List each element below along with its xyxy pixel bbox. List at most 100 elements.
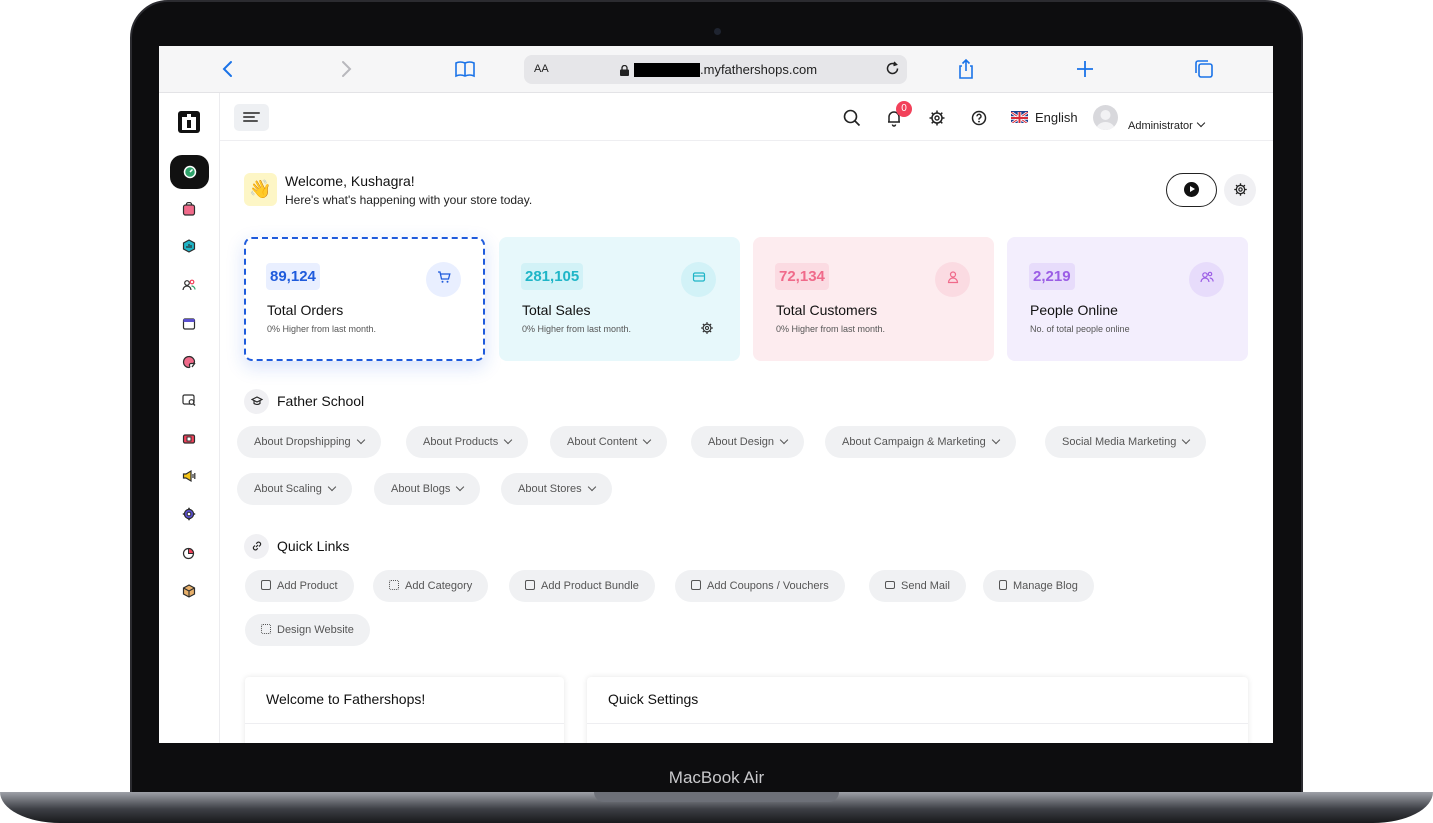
reader-aa-button[interactable]: AA	[534, 63, 549, 75]
avatar[interactable]	[1093, 105, 1118, 130]
quick-link-send-mail[interactable]: Send Mail	[869, 570, 966, 602]
quick-link-label: Add Product Bundle	[541, 580, 639, 592]
uk-flag-icon[interactable]	[1011, 111, 1028, 123]
chip-about-products[interactable]: About Products	[406, 426, 529, 458]
menu-toggle-button[interactable]	[234, 104, 269, 131]
bookmarks-icon[interactable]	[454, 58, 476, 80]
chip-label: About Dropshipping	[254, 436, 351, 448]
tabs-overview-icon[interactable]	[1193, 58, 1215, 80]
credit-card-icon	[681, 262, 716, 297]
chip-label: About Blogs	[391, 483, 451, 495]
chevron-down-icon	[1196, 118, 1206, 128]
camera	[714, 28, 721, 35]
help-icon[interactable]	[970, 109, 988, 127]
quick-settings-title: Quick Settings	[608, 691, 699, 707]
quick-settings-panel: Quick Settings	[587, 677, 1248, 743]
quick-link-add-product[interactable]: Add Product	[245, 570, 354, 602]
chip-about-design[interactable]: About Design	[691, 426, 805, 458]
chip-about-scaling[interactable]: About Scaling	[237, 473, 352, 505]
welcome-panel: Welcome to Fathershops!	[245, 677, 564, 743]
device-label: MacBook Air	[668, 768, 765, 787]
chevron-down-icon	[503, 435, 513, 445]
store-logo-icon[interactable]	[178, 111, 200, 133]
analytics-icon	[182, 239, 196, 253]
sidebar-item-design[interactable]	[174, 349, 204, 375]
shopping-bag-icon	[182, 202, 196, 216]
stat-value: 72,134	[775, 263, 829, 290]
chip-label: About Scaling	[254, 483, 322, 495]
sidebar-item-customers[interactable]	[174, 272, 204, 298]
chip-label: About Products	[423, 436, 499, 448]
stat-subtext: 0% Higher from last month.	[267, 324, 377, 334]
welcome-panel-title: Welcome to Fathershops!	[266, 691, 426, 707]
users-group-icon	[1189, 262, 1224, 297]
stat-card-total-customers[interactable]: 72,134 Total Customers 0% Higher from la…	[753, 237, 994, 361]
forward-icon[interactable]	[335, 58, 357, 80]
chevron-down-icon	[779, 435, 789, 445]
sidebar-item-settings[interactable]	[174, 501, 204, 527]
stat-subtext: 0% Higher from last month.	[776, 324, 886, 334]
user-role-dropdown[interactable]: Administrator	[1128, 118, 1206, 132]
user-role-label: Administrator	[1128, 120, 1193, 132]
stat-subtext: 0% Higher from last month.	[522, 324, 632, 334]
reload-icon[interactable]	[884, 60, 901, 82]
sidebar-item-products[interactable]	[174, 578, 204, 604]
bundle-icon	[525, 580, 535, 590]
sidebar-item-analytics[interactable]	[174, 233, 204, 259]
stat-label: Total Sales	[522, 302, 591, 318]
play-tour-button[interactable]	[1166, 173, 1217, 207]
sidebar-item-marketing[interactable]	[174, 463, 204, 489]
settings-gear-icon[interactable]	[928, 109, 946, 127]
product-icon	[261, 580, 271, 590]
chip-label: About Design	[708, 436, 775, 448]
browser-window-icon	[182, 318, 196, 330]
new-tab-icon[interactable]	[1074, 58, 1096, 80]
sidebar-item-dashboard[interactable]	[170, 155, 209, 189]
sidebar-item-media[interactable]	[174, 311, 204, 337]
back-icon[interactable]	[217, 58, 239, 80]
welcome-subtitle: Here's what's happening with your store …	[285, 193, 533, 207]
chip-about-campaign-marketing[interactable]: About Campaign & Marketing	[825, 426, 1016, 458]
stat-card-total-sales[interactable]: 281,105 Total Sales 0% Higher from last …	[499, 237, 740, 361]
quick-link-add-product-bundle[interactable]: Add Product Bundle	[509, 570, 655, 602]
chevron-down-icon	[643, 435, 652, 445]
share-icon[interactable]	[955, 58, 977, 80]
chevron-down-icon	[587, 482, 596, 492]
category-grid-icon	[389, 580, 399, 590]
package-icon	[182, 584, 196, 598]
chevron-down-icon	[991, 435, 1000, 445]
chip-about-dropshipping[interactable]: About Dropshipping	[237, 426, 381, 458]
chip-about-blogs[interactable]: About Blogs	[374, 473, 481, 505]
language-selector[interactable]: English	[1035, 110, 1078, 125]
address-bar[interactable]: AA .myfathershops.com	[524, 55, 907, 84]
url-text: .myfathershops.com	[700, 62, 818, 77]
card-settings-gear-icon[interactable]	[700, 321, 714, 340]
gear-icon	[1233, 183, 1247, 196]
sidebar-item-reports[interactable]	[174, 540, 204, 566]
sidebar-item-website[interactable]	[174, 387, 204, 413]
chip-about-stores[interactable]: About Stores	[501, 473, 612, 505]
gear-icon	[182, 507, 196, 521]
dashboard-icon	[183, 165, 196, 179]
stat-label: Total Customers	[776, 302, 878, 318]
chip-social-media-marketing[interactable]: Social Media Marketing	[1045, 426, 1207, 458]
sidebar-item-stores[interactable]	[174, 426, 204, 452]
search-icon[interactable]	[843, 109, 861, 127]
screen: AA .myfathershops.com 0 English Administ…	[159, 46, 1273, 743]
stat-card-total-orders[interactable]: 89,124 Total Orders 0% Higher from last …	[244, 237, 485, 361]
stat-value: 89,124	[266, 263, 320, 290]
chevron-down-icon	[1182, 435, 1191, 445]
chip-about-content[interactable]: About Content	[550, 426, 668, 458]
stat-card-people-online[interactable]: 2,219 People Online No. of total people …	[1007, 237, 1248, 361]
web-search-icon	[182, 394, 196, 406]
sidebar-item-orders[interactable]	[174, 196, 204, 222]
mail-icon	[885, 581, 895, 589]
quick-link-manage-blog[interactable]: Manage Blog	[983, 570, 1094, 602]
stat-label: People Online	[1030, 302, 1118, 318]
waving-hand-icon: 👋	[244, 173, 277, 206]
quick-link-design-website[interactable]: Design Website	[245, 614, 370, 646]
quick-link-add-coupons[interactable]: Add Coupons / Vouchers	[675, 570, 845, 602]
quick-link-add-category[interactable]: Add Category	[373, 570, 489, 602]
dashboard-settings-button[interactable]	[1224, 174, 1256, 206]
chip-label: About Content	[567, 436, 638, 448]
